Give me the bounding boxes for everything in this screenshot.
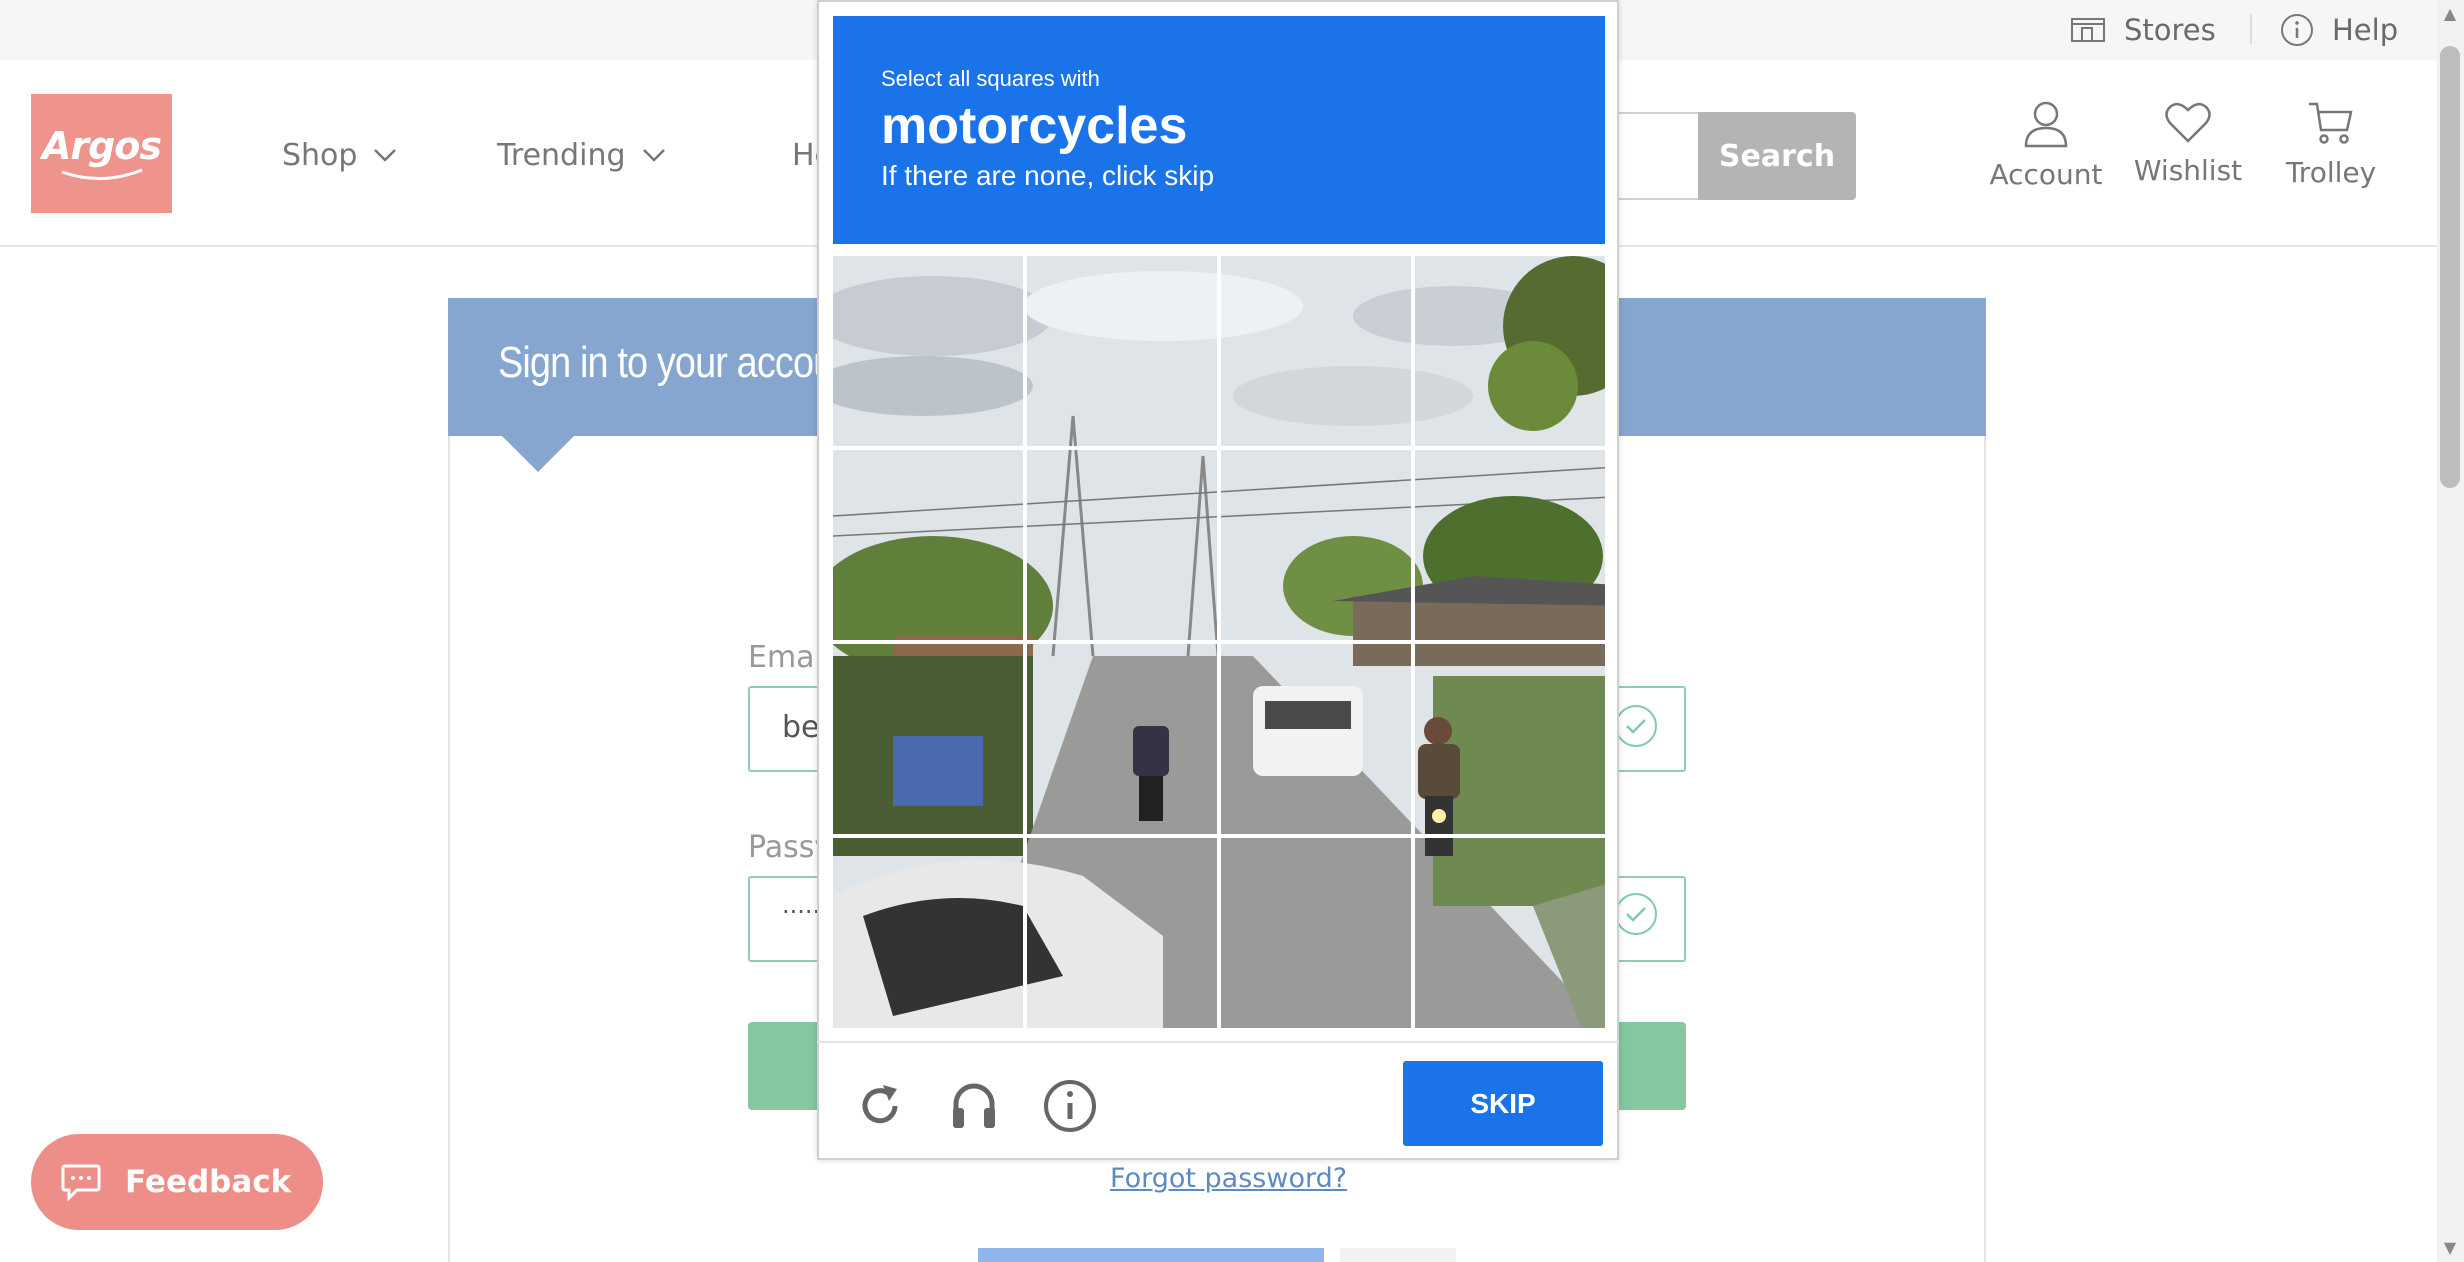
captcha-tile[interactable] [1221,644,1411,834]
nav-shop[interactable]: Shop [282,130,397,180]
info-icon [2281,14,2313,46]
feedback-button[interactable]: Feedback [31,1134,323,1230]
scrollbar-thumb[interactable] [2440,46,2460,488]
captcha-tile[interactable] [1027,838,1217,1028]
stores-label: Stores [2124,13,2216,47]
scroll-up-icon[interactable]: ▲ [2440,4,2460,24]
wishlist-label: Wishlist [2133,154,2243,187]
captcha-tile[interactable] [833,838,1023,1028]
store-icon [2071,18,2105,42]
forgot-password-link[interactable]: Forgot password? [1110,1163,1347,1194]
captcha-instruction: Select all squares with [881,66,1100,91]
captcha-tile[interactable] [1415,256,1605,446]
captcha-tile[interactable] [1221,256,1411,446]
scroll-down-icon[interactable]: ▼ [2440,1238,2460,1258]
captcha-target: motorcycles [881,97,1188,155]
logo-swoosh-icon [61,168,143,180]
help-label: Help [2332,13,2399,47]
utility-divider [2250,14,2252,44]
feedback-label: Feedback [125,1164,292,1200]
captcha-tile[interactable] [1415,450,1605,640]
captcha-tile[interactable] [1415,838,1605,1028]
captcha-footer-divider [817,1041,1619,1043]
password-valid-check-icon [1615,893,1657,935]
heart-icon [2165,102,2211,143]
account-label: Account [1989,158,2103,191]
secondary-bar [1340,1248,1456,1262]
trolley-icon [2309,102,2353,144]
email-label: Emai [748,640,823,675]
captcha-tile[interactable] [833,450,1023,640]
captcha-tile[interactable] [1221,838,1411,1028]
user-icon [2024,101,2068,148]
chat-bubble-icon [61,1164,101,1201]
argos-logo[interactable]: Argos [31,94,172,213]
email-valid-check-icon [1615,705,1657,747]
captcha-subtext: If there are none, click skip [881,160,1215,191]
account-link[interactable]: Account [1971,100,2121,191]
stores-link[interactable]: Stores [2070,0,2216,60]
captcha-tile[interactable] [1415,644,1605,834]
captcha-tile[interactable] [1027,644,1217,834]
logo-text: Argos [41,123,162,168]
trolley-label: Trolley [2285,156,2377,189]
chevron-down-icon [642,149,665,162]
captcha-tile[interactable] [833,644,1023,834]
card-header-notch [500,434,576,472]
skip-button[interactable]: SKIP [1403,1061,1603,1146]
captcha-tile[interactable] [1027,450,1217,640]
info-icon[interactable] [1042,1078,1098,1134]
wishlist-link[interactable]: Wishlist [2113,100,2263,187]
chevron-down-icon [374,149,397,162]
nav-shop-label: Shop [282,137,358,173]
reload-icon[interactable] [852,1078,908,1134]
nav-trending-label: Trending [497,137,626,173]
password-value: ····· [782,898,821,926]
captcha-tile[interactable] [1221,450,1411,640]
signin-title: Sign in to your accou [498,338,834,387]
help-link[interactable]: Help [2280,0,2398,60]
headphones-icon[interactable] [946,1078,1002,1134]
captcha-tile[interactable] [833,256,1023,446]
nav-trending[interactable]: Trending [497,130,666,180]
captcha-tile[interactable] [1027,256,1217,446]
captcha-grid [833,256,1605,1028]
trolley-link[interactable]: Trolley [2256,100,2406,189]
search-button[interactable]: Search [1698,112,1856,200]
create-account-button[interactable] [978,1248,1324,1262]
